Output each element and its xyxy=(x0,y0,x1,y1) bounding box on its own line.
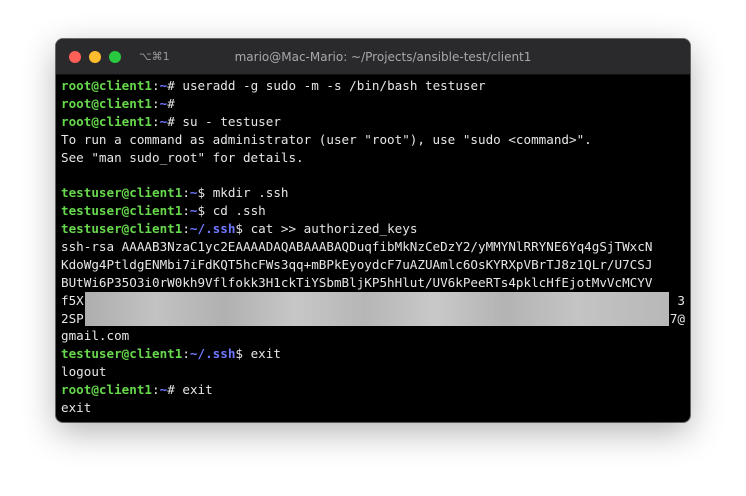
output-text: f5X xyxy=(61,292,84,308)
prompt-user: root@client1 xyxy=(61,78,152,93)
output-line: To run a command as administrator (user … xyxy=(61,131,685,149)
output-line: See "man sudo_root" for details. xyxy=(61,149,685,167)
prompt-line: testuser@client1:~/.ssh$ exit xyxy=(61,345,685,363)
prompt-symbol: # xyxy=(167,95,175,111)
prompt-line: root@client1:~# xyxy=(61,95,685,113)
prompt-separator: : xyxy=(182,203,190,219)
command-text: cd .ssh xyxy=(212,203,266,219)
prompt-user: testuser@client1 xyxy=(61,221,183,237)
prompt-separator: : xyxy=(182,221,190,237)
prompt-line: testuser@client1:~$ mkdir .ssh xyxy=(61,184,685,202)
command-text: cat >> authorized_keys xyxy=(250,221,418,237)
prompt-separator: : xyxy=(152,95,160,111)
command-text: exit xyxy=(182,382,213,398)
prompt-symbol: $ xyxy=(235,346,251,362)
prompt-user: testuser@client1 xyxy=(61,185,183,201)
prompt-line: testuser@client1:~/.ssh$ cat >> authoriz… xyxy=(61,220,685,238)
prompt-separator: : xyxy=(152,113,160,129)
prompt-user: root@client1 xyxy=(61,95,152,111)
output-text: To run a command as administrator (user … xyxy=(61,131,592,147)
prompt-symbol: $ xyxy=(197,203,213,219)
output-text: KdoWg4PtldgENMbi7iFdKQT5hcFWs3qq+mBPkEyo… xyxy=(61,256,653,272)
command-text: su - testuser xyxy=(182,113,281,129)
prompt-user: root@client1 xyxy=(61,113,152,129)
prompt-line: root@client1:~# exit xyxy=(61,381,685,399)
output-line: ssh-rsa AAAAB3NzaC1yc2EAAAADAQABAAABAQDu… xyxy=(61,238,685,256)
output-line: logout xyxy=(61,363,685,381)
prompt-symbol: $ xyxy=(197,185,213,201)
output-line: f5X 3 xyxy=(61,291,685,326)
prompt-user: root@client1 xyxy=(61,382,152,398)
prompt-symbol: # xyxy=(167,382,183,398)
prompt-symbol: # xyxy=(167,113,183,129)
output-line: gmail.com xyxy=(61,327,685,345)
prompt-line: testuser@client1:~$ cd .ssh xyxy=(61,202,685,220)
output-text: gmail.com xyxy=(61,328,130,344)
output-tail-text: 3 xyxy=(677,292,685,308)
output-text: 2SP xyxy=(61,310,84,326)
prompt-separator: : xyxy=(182,346,190,362)
output-text: logout xyxy=(61,364,107,380)
prompt-path: ~ xyxy=(189,203,198,219)
prompt-separator: : xyxy=(152,78,160,93)
prompt-path: ~ xyxy=(189,185,198,201)
prompt-symbol: $ xyxy=(235,221,251,237)
prompt-symbol: # xyxy=(167,78,183,93)
command-text: exit xyxy=(250,346,281,362)
output-text: BUtWi6P35O3i0rW0kh9Vflfokk3H1ckTiYSbmBlj… xyxy=(61,274,653,290)
command-text: mkdir .ssh xyxy=(212,185,289,201)
terminal-window: ⌥⌘1 mario@Mac-Mario: ~/Projects/ansible-… xyxy=(56,39,690,422)
terminal-output[interactable]: root@client1:~# useradd -g sudo -m -s /b… xyxy=(61,77,685,417)
window-title: mario@Mac-Mario: ~/Projects/ansible-test… xyxy=(234,50,532,64)
prompt-user: testuser@client1 xyxy=(61,203,183,219)
output-text: See "man sudo_root" for details. xyxy=(61,149,304,165)
prompt-separator: : xyxy=(152,382,160,398)
prompt-separator: : xyxy=(182,185,190,201)
output-text: exit xyxy=(61,400,92,416)
output-line: exit xyxy=(61,399,685,417)
output-line: KdoWg4PtldgENMbi7iFdKQT5hcFWs3qq+mBPkEyo… xyxy=(61,256,685,274)
output-line: 2SP 7@ xyxy=(61,310,685,328)
prompt-path: ~/.ssh xyxy=(189,346,236,362)
command-text: useradd -g sudo -m -s /bin/bash testuser xyxy=(182,78,486,93)
output-tail-text: 7@ xyxy=(669,310,685,326)
output-line: BUtWi6P35O3i0rW0kh9Vflfokk3H1ckTiYSbmBlj… xyxy=(61,274,685,292)
prompt-path: ~/.ssh xyxy=(189,221,236,237)
output-text: ssh-rsa AAAAB3NzaC1yc2EAAAADAQABAAABAQDu… xyxy=(61,239,653,255)
prompt-line: root@client1:~# useradd -g sudo -m -s /b… xyxy=(61,77,685,95)
prompt-user: testuser@client1 xyxy=(61,346,183,362)
title-bar[interactable]: ⌥⌘1 mario@Mac-Mario: ~/Projects/ansible-… xyxy=(56,39,690,75)
prompt-line: root@client1:~# su - testuser xyxy=(61,113,685,131)
